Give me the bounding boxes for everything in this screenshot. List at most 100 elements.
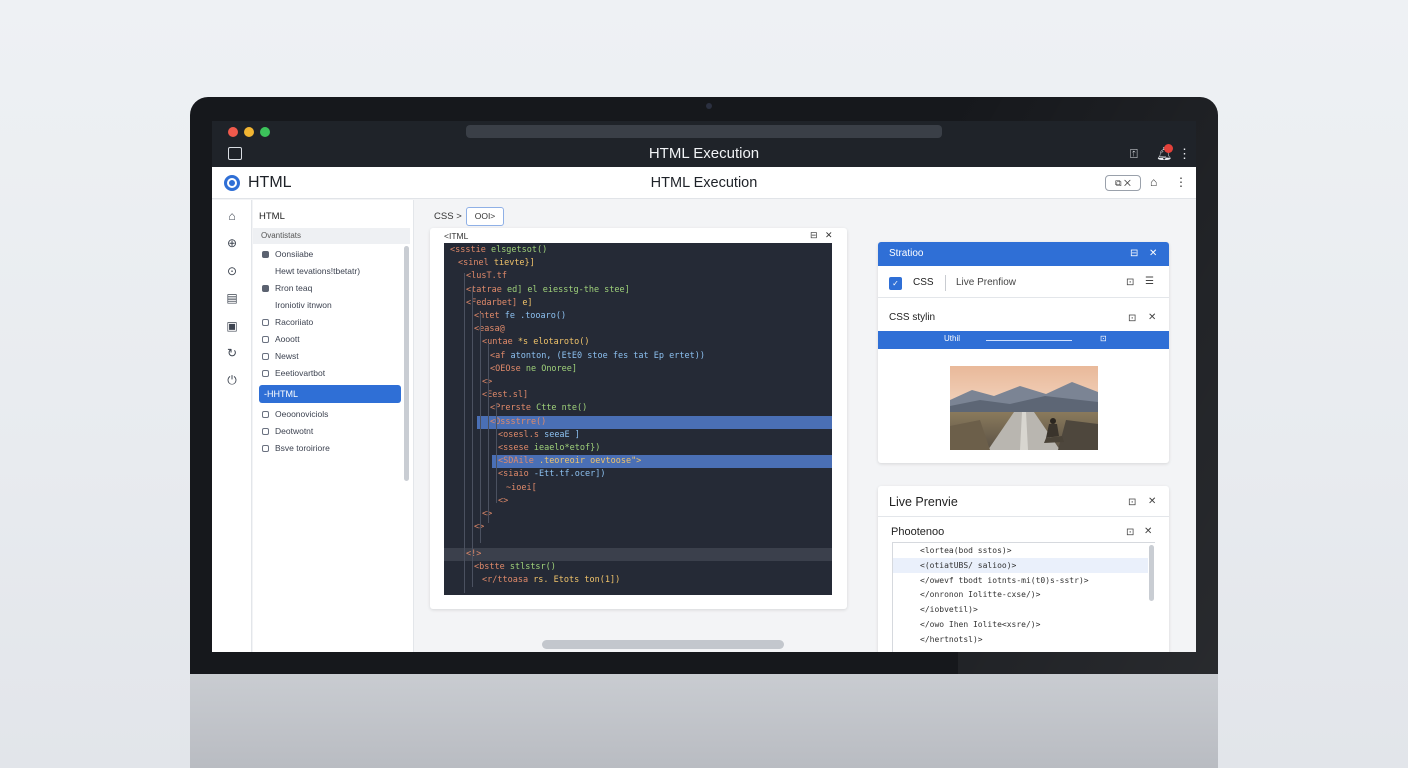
notification-badge bbox=[1164, 144, 1173, 153]
preview-list-row[interactable]: </hertnotsl)> bbox=[893, 632, 1148, 647]
css-panel-maximize-icon[interactable]: ⊟ bbox=[1130, 248, 1138, 259]
live-preview-close-icon[interactable]: ✕ bbox=[1148, 496, 1156, 507]
tab-live-preview[interactable]: Live Prenfiow bbox=[956, 277, 1016, 288]
code-line[interactable]: <Eest.sl] bbox=[444, 389, 832, 402]
breadcrumb-root[interactable]: CSS bbox=[434, 211, 454, 222]
page-title: HTML Execution bbox=[650, 175, 758, 191]
code-text: .teoreoir oevtoose"> bbox=[538, 456, 642, 467]
explorer-item[interactable]: Oonsiiabe bbox=[262, 249, 313, 259]
code-text: tievte}] bbox=[493, 258, 535, 269]
code-line[interactable]: <> bbox=[444, 376, 832, 389]
code-line[interactable]: <r/ttoasa rs. Etots ton(1]) bbox=[444, 574, 832, 587]
code-line[interactable]: <!> bbox=[444, 547, 832, 561]
more-menu-icon[interactable]: ⋮ bbox=[1178, 146, 1191, 162]
home-rail-icon[interactable]: ⌂ bbox=[225, 209, 239, 223]
code-tag: <lusT.tf bbox=[466, 271, 507, 282]
code-line[interactable]: <osesl.s seeaE ] bbox=[444, 429, 832, 442]
close-window-button[interactable] bbox=[228, 127, 238, 137]
code-editor-panel: <ITML ⊟ ✕ <ssstie elsgetsot() <sinel tiev… bbox=[430, 228, 847, 609]
explorer-item[interactable]: Hewt tevations!tbetatr) bbox=[262, 266, 360, 276]
code-line[interactable]: <af atonton, (EtE0 stoe fes tat Ep ertet… bbox=[444, 350, 832, 363]
css-styling-expand-icon[interactable]: ⊡ bbox=[1128, 313, 1136, 324]
chart-rail-icon[interactable]: ▤ bbox=[225, 291, 239, 305]
preview-list-row[interactable]: </owevf tbodt iotnts-mi(t0)s-sstr)> bbox=[893, 573, 1148, 588]
code-tag: <ssstie bbox=[450, 245, 486, 255]
explorer-item[interactable]: Bsve toroiriore bbox=[262, 443, 330, 453]
explorer-item-label: Oonsiiabe bbox=[275, 249, 314, 259]
explorer-item-label: Eeetiovartbot bbox=[275, 368, 326, 378]
minimize-window-button[interactable] bbox=[244, 127, 254, 137]
horizontal-scrollbar[interactable] bbox=[542, 640, 784, 649]
code-line[interactable]: <easa@ bbox=[444, 323, 832, 336]
explorer-item[interactable]: Deotwotnt bbox=[262, 426, 313, 436]
indent-guide bbox=[464, 273, 465, 593]
subtitle-close-icon[interactable]: ✕ bbox=[1144, 526, 1152, 537]
preview-list-row[interactable]: </onronon Iolitte-cxse/)> bbox=[893, 587, 1148, 602]
code-line[interactable]: <siaio -Ett.tf.ocer]) bbox=[444, 468, 832, 481]
code-line[interactable]: <> bbox=[444, 508, 832, 521]
explorer-item-icon bbox=[262, 370, 269, 377]
share-icon[interactable]: ⍐ bbox=[1130, 146, 1138, 162]
explorer-item[interactable]: Ironiotiv itnwon bbox=[262, 300, 332, 310]
hamburger-menu-icon[interactable]: ☰ bbox=[1145, 276, 1154, 287]
preview-list-row[interactable]: <(otiatUBS/ salioo)> bbox=[893, 557, 1148, 573]
breadcrumb-tab[interactable]: OOI> bbox=[466, 207, 504, 226]
preview-list-row[interactable]: <lortea(bod sstos)> bbox=[893, 543, 1148, 558]
code-line[interactable]: <Prerste Ctte nte() bbox=[444, 402, 832, 415]
code-tag: <> bbox=[498, 495, 509, 506]
code-line[interactable]: <untae *s elotaroto() bbox=[444, 336, 832, 349]
preview-list-scrollbar[interactable] bbox=[1149, 545, 1154, 601]
code-line[interactable]: <OEOse ne Onoree] bbox=[444, 363, 832, 376]
code-line[interactable]: <ssstie elsgetsot() bbox=[444, 244, 832, 257]
css-panel-close-icon[interactable]: ✕ bbox=[1149, 248, 1157, 259]
live-preview-expand-icon[interactable]: ⊡ bbox=[1128, 497, 1136, 508]
css-tab-expand-icon[interactable]: ⊡ bbox=[1126, 277, 1134, 288]
preview-list-row[interactable]: </owo Ihen Iolite<xsre/)> bbox=[893, 617, 1148, 632]
home-icon[interactable]: ⌂ bbox=[1150, 175, 1157, 189]
code-line[interactable]: <Fedarbet] e] bbox=[444, 297, 832, 310]
style-slider-knob[interactable]: ⊡ bbox=[1100, 334, 1107, 343]
code-panel-close-icon[interactable]: ✕ bbox=[825, 230, 833, 241]
address-bar[interactable] bbox=[466, 125, 942, 138]
divider bbox=[878, 297, 1169, 298]
tab-css[interactable]: CSS bbox=[913, 277, 934, 288]
refresh-rail-icon[interactable]: ↻ bbox=[225, 346, 239, 360]
code-line[interactable]: <bstte stlstsr() bbox=[444, 561, 832, 574]
style-slider-track[interactable] bbox=[986, 340, 1072, 341]
code-line[interactable]: <sinel tievte}] bbox=[444, 257, 832, 270]
code-line[interactable]: <ssese ieaelo*etof}) bbox=[444, 442, 832, 455]
maximize-window-button[interactable] bbox=[260, 127, 270, 137]
code-line[interactable]: <SDAile .teoreoir oevtoose"> bbox=[492, 455, 832, 469]
explorer-item[interactable]: Eeetiovartbot bbox=[262, 368, 325, 378]
explorer-item[interactable]: Aooott bbox=[262, 334, 300, 344]
compass-rail-icon[interactable]: ⊙ bbox=[225, 264, 239, 278]
explorer-item[interactable]: Racoriiato bbox=[262, 317, 313, 327]
code-line[interactable]: <> bbox=[444, 495, 832, 508]
code-line[interactable]: <lusT.tf bbox=[444, 270, 832, 283]
folder-rail-icon[interactable]: ▣ bbox=[225, 319, 239, 333]
code-line[interactable]: <htet fe .tooaro() bbox=[444, 310, 832, 323]
code-line[interactable]: ~ioei[ bbox=[444, 482, 832, 495]
css-checkbox[interactable]: ✓ bbox=[889, 277, 902, 290]
subtitle-expand-icon[interactable]: ⊡ bbox=[1126, 527, 1134, 538]
live-preview-title: Live Prenvie bbox=[889, 495, 958, 509]
explorer-item[interactable]: Rron teaq bbox=[262, 283, 312, 293]
code-line[interactable] bbox=[444, 534, 832, 547]
code-area[interactable]: <ssstie elsgetsot() <sinel tievte}] <lusT.… bbox=[444, 243, 832, 595]
style-slider-strip[interactable]: Uthil ⊡ bbox=[878, 331, 1169, 349]
preview-list[interactable]: <lortea(bod sstos)> <(otiatUBS/ salioo)> <… bbox=[892, 542, 1155, 652]
code-line[interactable]: <> bbox=[444, 521, 832, 534]
explorer-item[interactable]: Newst bbox=[262, 351, 299, 361]
preview-list-row[interactable]: </iobvetil)> bbox=[893, 602, 1148, 617]
explorer-scrollbar[interactable] bbox=[404, 246, 409, 481]
code-line[interactable]: <tatrae ed] el eiesstg-the stee] bbox=[444, 284, 832, 297]
css-styling-close-icon[interactable]: ✕ bbox=[1148, 312, 1156, 323]
header-more-icon[interactable]: ⋮ bbox=[1175, 175, 1187, 189]
explorer-item[interactable]: Oeoonoviciols bbox=[262, 409, 328, 419]
explorer-item-selected[interactable]: -HHTML bbox=[259, 385, 401, 403]
code-panel-maximize-icon[interactable]: ⊟ bbox=[810, 230, 818, 241]
view-toggle-pill[interactable]: ⧉ ✕ bbox=[1105, 175, 1141, 191]
power-rail-icon[interactable]: ⏻ bbox=[225, 373, 239, 387]
add-rail-icon[interactable]: ⊕ bbox=[225, 236, 239, 250]
code-line[interactable]: <Ossstrre() bbox=[477, 415, 832, 429]
